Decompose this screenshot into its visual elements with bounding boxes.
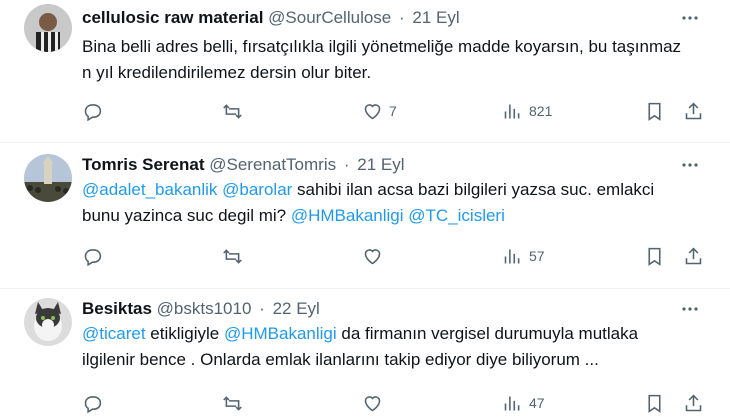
mention-link[interactable]: @ticaret <box>82 324 146 343</box>
mention-link[interactable]: @adalet_bakanlik <box>82 180 217 199</box>
like-button[interactable] <box>362 244 389 268</box>
retweet-icon <box>223 103 242 119</box>
retweet-icon <box>223 395 242 411</box>
more-options-button[interactable] <box>678 297 702 321</box>
like-count: 7 <box>389 103 397 119</box>
views-icon <box>504 396 520 410</box>
tweet-text: @adalet_bakanlik @barolar sahibi ilan ac… <box>82 177 682 229</box>
share-icon <box>685 102 702 119</box>
reply-icon <box>84 395 102 413</box>
tweet-text-segment: etikligiyle <box>145 324 224 343</box>
tweet-actions: 7 821 <box>0 96 730 126</box>
avatar[interactable] <box>24 154 72 202</box>
retweet-button[interactable] <box>222 391 243 415</box>
user-handle[interactable]: @bskts1010 <box>157 299 252 318</box>
retweet-button[interactable] <box>222 244 243 268</box>
separator-dot: · <box>259 299 265 318</box>
more-icon <box>682 307 698 311</box>
display-name[interactable]: Besiktas <box>82 299 152 318</box>
user-handle[interactable]: @SerenatTomris <box>209 155 336 174</box>
tweet-header: Besiktas @bskts1010 · 22 Eyl <box>82 297 320 321</box>
retweet-icon <box>223 248 242 264</box>
share-button[interactable] <box>683 99 704 123</box>
share-button[interactable] <box>683 391 704 415</box>
more-options-button[interactable] <box>678 6 702 30</box>
tweet[interactable]: cellulosic raw material @SourCellulose ·… <box>0 0 730 143</box>
bookmark-icon <box>648 247 661 266</box>
like-button[interactable] <box>362 391 389 415</box>
bookmark-icon <box>648 102 661 121</box>
more-icon <box>682 163 698 167</box>
reply-button[interactable] <box>82 391 103 415</box>
views-icon <box>504 249 520 263</box>
reply-icon <box>84 248 102 266</box>
reply-button[interactable] <box>82 244 103 268</box>
share-button[interactable] <box>683 244 704 268</box>
view-count: 47 <box>529 395 545 411</box>
tweet-date[interactable]: 21 Eyl <box>357 155 404 174</box>
more-icon <box>682 16 698 20</box>
views-button[interactable]: 57 <box>502 244 545 268</box>
tweet-header: cellulosic raw material @SourCellulose ·… <box>82 6 460 30</box>
views-button[interactable]: 47 <box>502 391 545 415</box>
tweet-date[interactable]: 21 Eyl <box>412 8 459 27</box>
tweet-actions: 57 <box>0 241 730 271</box>
like-button[interactable]: 7 <box>362 99 397 123</box>
mention-link[interactable]: @barolar <box>222 180 292 199</box>
tweet-text-segment: Bina belli adres belli, fırsatçılıkla il… <box>82 37 682 82</box>
reply-icon <box>84 103 102 121</box>
avatar[interactable] <box>24 298 72 346</box>
share-icon <box>685 394 702 411</box>
tweet-text: Bina belli adres belli, fırsatçılıkla il… <box>82 34 682 86</box>
user-handle[interactable]: @SourCellulose <box>268 8 391 27</box>
bookmark-button[interactable] <box>644 99 665 123</box>
mention-link[interactable]: @TC_icisleri <box>408 206 505 225</box>
mention-link[interactable]: @HMBakanligi <box>291 206 404 225</box>
tweet-actions: 47 <box>0 388 730 418</box>
like-icon <box>364 103 381 119</box>
separator-dot: · <box>398 8 405 27</box>
tweet-header: Tomris Serenat @SerenatTomris · 21 Eyl <box>82 153 405 177</box>
tweet-date[interactable]: 22 Eyl <box>273 299 320 318</box>
tweet[interactable]: Tomris Serenat @SerenatTomris · 21 Eyl @… <box>0 143 730 289</box>
bookmark-button[interactable] <box>644 391 665 415</box>
views-button[interactable]: 821 <box>502 99 552 123</box>
more-options-button[interactable] <box>678 153 702 177</box>
views-icon <box>504 104 520 118</box>
like-icon <box>364 395 381 411</box>
mention-link[interactable]: @HMBakanligi <box>224 324 337 343</box>
reply-button[interactable] <box>82 99 103 123</box>
view-count: 821 <box>529 103 553 119</box>
avatar[interactable] <box>24 4 72 52</box>
tweet[interactable]: Besiktas @bskts1010 · 22 Eyl @ticaret et… <box>0 289 730 420</box>
display-name[interactable]: Tomris Serenat <box>82 155 205 174</box>
share-icon <box>685 247 702 264</box>
display-name[interactable]: cellulosic raw material <box>82 8 263 27</box>
retweet-button[interactable] <box>222 99 243 123</box>
view-count: 57 <box>529 248 545 264</box>
bookmark-button[interactable] <box>644 244 665 268</box>
separator-dot: · <box>343 155 350 174</box>
tweet-text: @ticaret etikligiyle @HMBakanligi da fir… <box>82 321 682 373</box>
bookmark-icon <box>648 394 661 413</box>
like-icon <box>364 248 381 264</box>
